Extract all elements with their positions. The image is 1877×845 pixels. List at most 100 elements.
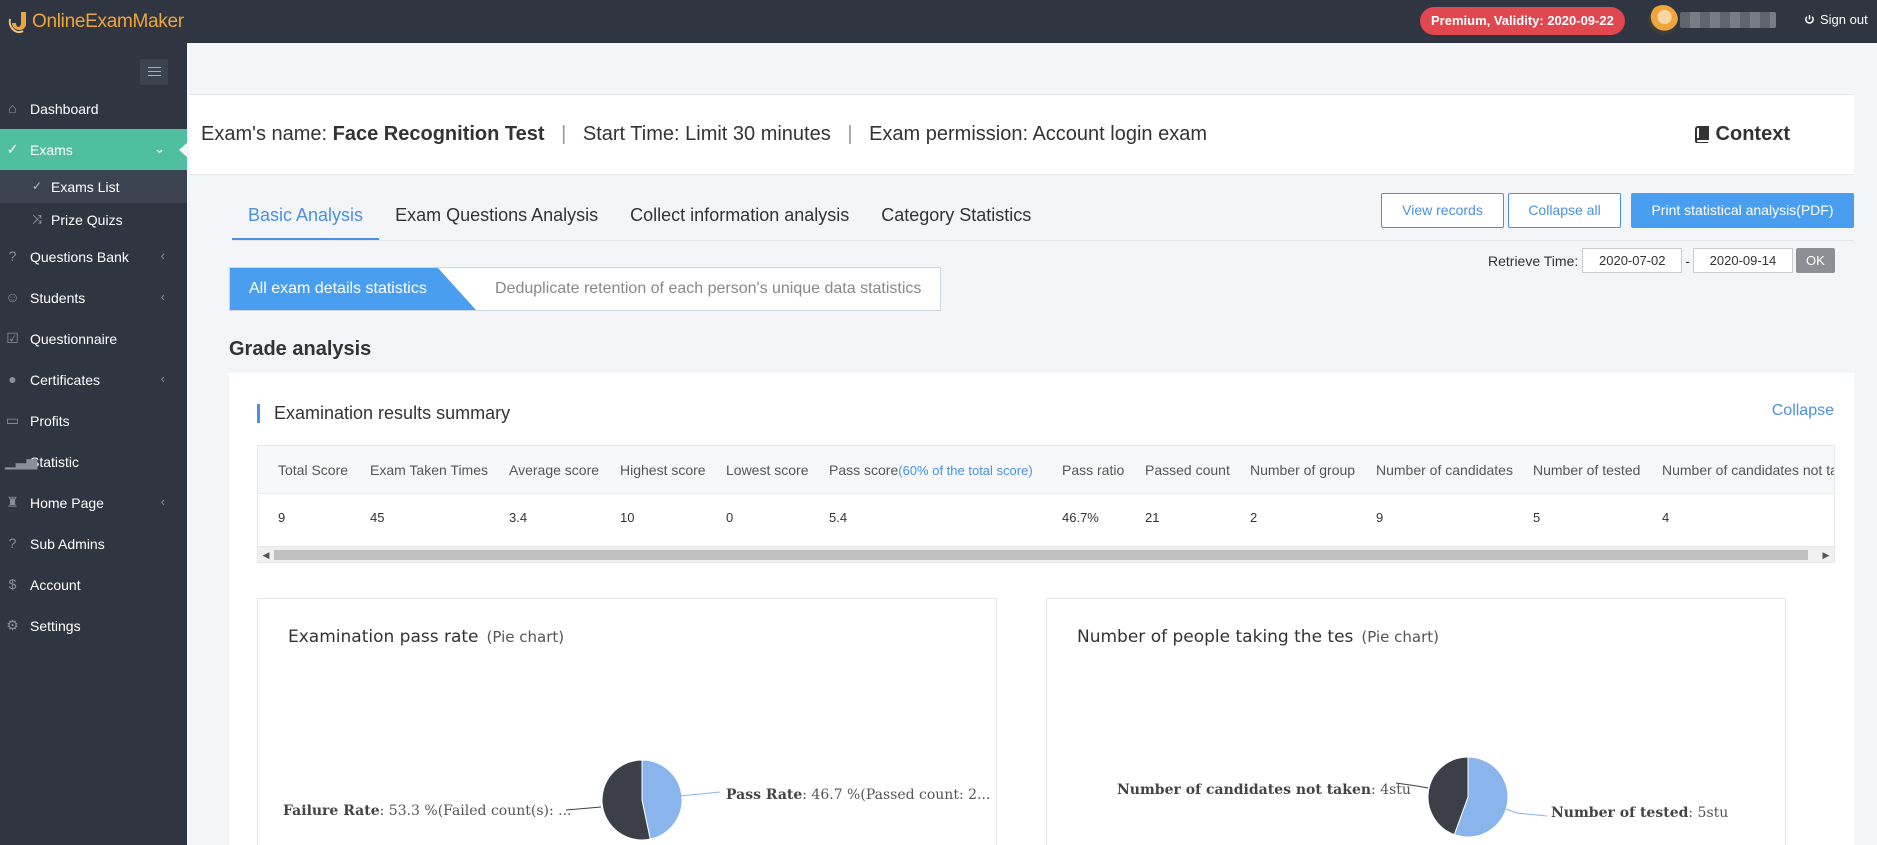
scrollbar-thumb[interactable] bbox=[274, 550, 1808, 560]
pie-label-not-taken: Number of candidates not taken: 4stu bbox=[1117, 782, 1411, 798]
checkbox-icon: ☑ bbox=[6, 330, 19, 346]
column-header: Passed count bbox=[1145, 462, 1230, 478]
context-label: Context bbox=[1715, 123, 1790, 145]
table-cell: 0 bbox=[726, 510, 734, 525]
chevron-left-icon: ‹ bbox=[160, 371, 165, 386]
scroll-right-icon[interactable]: ▶ bbox=[1818, 547, 1834, 562]
column-header-label: Pass score bbox=[829, 462, 899, 478]
sidebar-item-account[interactable]: $ Account bbox=[0, 564, 187, 605]
segment-all-exam-details[interactable]: All exam details statistics bbox=[230, 268, 476, 310]
tab-exam-questions-analysis[interactable]: Exam Questions Analysis bbox=[379, 193, 614, 241]
sidebar-item-label: Certificates bbox=[30, 371, 101, 388]
table-cell: 46.7% bbox=[1062, 510, 1099, 525]
premium-badge[interactable]: Premium, Validity: 2020-09-22 bbox=[1420, 7, 1625, 35]
sidebar-item-profits[interactable]: ▭ Profits bbox=[0, 400, 187, 441]
sign-out-button[interactable]: Sign out bbox=[1804, 12, 1868, 27]
sidebar-subitem-exams-list[interactable]: ✓ Exams List bbox=[0, 170, 187, 203]
sidebar-item-exams[interactable]: ✓ Exams ⌄ bbox=[0, 129, 188, 170]
dollar-icon: $ bbox=[8, 576, 17, 592]
column-header: Pass ratio bbox=[1062, 462, 1125, 478]
card-icon: ▭ bbox=[5, 412, 20, 428]
column-header: Number of candidates not ta bbox=[1662, 462, 1835, 478]
exam-name-label: Exam's name: bbox=[201, 123, 328, 145]
view-records-button[interactable]: View records bbox=[1381, 193, 1504, 228]
tab-category-statistics[interactable]: Category Statistics bbox=[865, 193, 1047, 241]
brand-logo[interactable]: OnlineExamMaker bbox=[8, 8, 184, 36]
column-header: Number of tested bbox=[1533, 462, 1641, 478]
sidebar-item-dashboard[interactable]: ⌂ Dashboard bbox=[0, 88, 187, 129]
grade-analysis-title: Grade analysis bbox=[229, 338, 372, 360]
gear-icon: ⚙ bbox=[6, 617, 19, 633]
pie-label-name: Number of candidates not taken bbox=[1117, 782, 1372, 798]
context-button[interactable]: Context bbox=[1694, 123, 1790, 146]
pie-label-value: : 5stu bbox=[1688, 805, 1729, 821]
tab-basic-analysis[interactable]: Basic Analysis bbox=[232, 193, 380, 241]
print-pdf-button[interactable]: Print statistical analysis(PDF) bbox=[1631, 193, 1854, 228]
pass-score-note: (60% of the total score) bbox=[898, 463, 1033, 478]
sidebar-item-label: Questions Bank bbox=[30, 248, 129, 265]
sidebar-item-home-page[interactable]: ♜ Home Page ‹ bbox=[0, 482, 187, 523]
column-header: Total Score bbox=[278, 462, 349, 478]
analysis-tabs: Basic Analysis Exam Questions Analysis C… bbox=[232, 193, 1047, 241]
home-icon: ⌂ bbox=[8, 100, 17, 116]
sidebar-toggle-button[interactable] bbox=[140, 59, 168, 85]
book-icon bbox=[1694, 126, 1709, 143]
end-date-input[interactable]: 2020-09-14 bbox=[1692, 248, 1793, 273]
ok-button[interactable]: OK bbox=[1795, 248, 1835, 273]
sidebar-item-label: Profits bbox=[30, 412, 70, 429]
table-cell: 45 bbox=[370, 510, 385, 525]
sidebar-item-settings[interactable]: ⚙ Settings bbox=[0, 605, 187, 646]
statistics-mode-switch: All exam details statistics Deduplicate … bbox=[229, 267, 941, 311]
sidebar-item-label: Sub Admins bbox=[30, 535, 105, 552]
table-cell: 2 bbox=[1250, 510, 1258, 525]
sidebar: ⌂ Dashboard ✓ Exams ⌄ ✓ Exams List ⤨ Pri… bbox=[0, 43, 188, 845]
sidebar-item-label: Questionnaire bbox=[30, 330, 118, 347]
start-date-input[interactable]: 2020-07-02 bbox=[1582, 248, 1683, 273]
brand-name: OnlineExamMaker bbox=[32, 11, 184, 32]
power-icon bbox=[1805, 14, 1814, 24]
pie-label-failure-rate: Failure Rate: 53.3 %(Failed count(s): ..… bbox=[283, 803, 572, 819]
collapse-link[interactable]: Collapse bbox=[1772, 402, 1834, 420]
sidebar-item-students[interactable]: ☺ Students ‹ bbox=[0, 277, 187, 318]
scroll-left-icon[interactable]: ◀ bbox=[258, 547, 274, 562]
sidebar-item-certificates[interactable]: ● Certificates ‹ bbox=[0, 359, 187, 400]
table-cell: 3.4 bbox=[509, 510, 528, 525]
pie-label-value: : 46.7 %(Passed count: 2... bbox=[802, 787, 991, 803]
table-cell: 9 bbox=[1376, 510, 1384, 525]
bar-chart-icon: ▁▃▅ bbox=[5, 453, 38, 469]
logo-icon bbox=[8, 12, 26, 33]
check-circle-icon: ✓ bbox=[31, 179, 43, 193]
sidebar-item-label: Students bbox=[30, 289, 86, 306]
table-header: Total Score Exam Taken Times Average sco… bbox=[258, 446, 1835, 494]
sidebar-item-questions-bank[interactable]: ? Questions Bank ‹ bbox=[0, 236, 187, 277]
avatar[interactable] bbox=[1648, 5, 1678, 35]
table-cell: 9 bbox=[278, 510, 286, 525]
sidebar-nav: ⌂ Dashboard ✓ Exams ⌄ ✓ Exams List ⤨ Pri… bbox=[0, 88, 188, 646]
segment-deduplicate[interactable]: Deduplicate retention of each person's u… bbox=[495, 268, 921, 310]
column-header-pass-score: Pass score(60% of the total score) bbox=[829, 446, 1033, 494]
sidebar-item-statistic[interactable]: ▁▃▅ Statistic bbox=[0, 441, 187, 482]
sidebar-item-questionnaire[interactable]: ☑ Questionnaire bbox=[0, 318, 187, 359]
exam-start-time: Start Time: Limit 30 minutes bbox=[582, 123, 831, 145]
pie-leader-line bbox=[1505, 808, 1548, 817]
column-header: Number of candidates bbox=[1376, 462, 1513, 478]
check-circle-icon: ✓ bbox=[6, 141, 19, 157]
summary-title: Examination results summary bbox=[257, 404, 510, 423]
horizontal-scrollbar[interactable]: ◀ ▶ bbox=[258, 546, 1834, 562]
table-row: 9 45 3.4 10 0 5.4 46.7% 21 2 9 5 4 bbox=[258, 494, 1834, 542]
collapse-all-button[interactable]: Collapse all bbox=[1508, 193, 1621, 228]
sidebar-item-label: Statistic bbox=[30, 453, 80, 470]
username-blurred[interactable] bbox=[1680, 12, 1776, 28]
sidebar-subitem-prize-quizs[interactable]: ⤨ Prize Quizs bbox=[0, 203, 187, 236]
pie-leader-line bbox=[678, 791, 721, 797]
retrieve-time: Retrieve Time: 2020-07-02 - 2020-09-14 O… bbox=[1488, 248, 1835, 273]
shuffle-icon: ⤨ bbox=[32, 212, 42, 226]
pie-label-value: : 53.3 %(Failed count(s): ... bbox=[379, 803, 572, 819]
sidebar-item-sub-admins[interactable]: ? Sub Admins bbox=[0, 523, 187, 564]
table-cell: 21 bbox=[1145, 510, 1160, 525]
sidebar-item-label: Settings bbox=[30, 617, 81, 634]
tab-collect-information-analysis[interactable]: Collect information analysis bbox=[614, 193, 865, 241]
sidebar-item-label: Exams bbox=[30, 141, 73, 158]
taking-test-chart-card: Number of people taking the tes (Pie char… bbox=[1046, 598, 1786, 845]
table-cell: 5.4 bbox=[829, 510, 848, 525]
